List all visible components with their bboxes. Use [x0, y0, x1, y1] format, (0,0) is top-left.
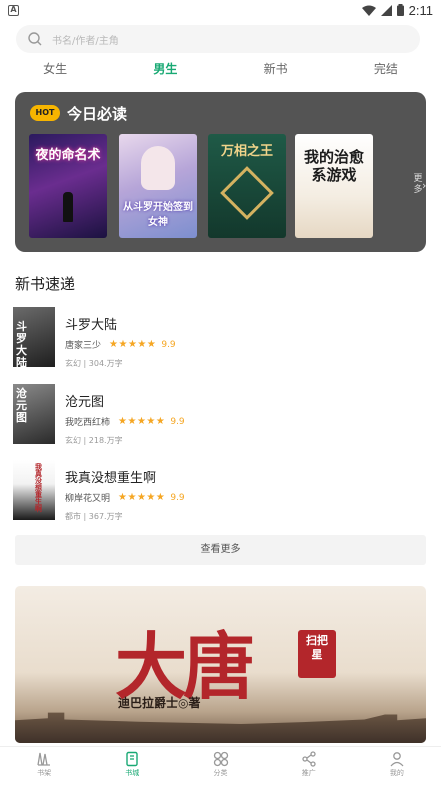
must-read-card: HOT 今日必读 夜的命名术 从斗罗开始签到女神 万相之王 我的治愈系游戏 更多…: [15, 92, 426, 252]
book-title: 斗罗大陆: [65, 318, 118, 333]
tab-new-books[interactable]: 新书: [221, 58, 331, 80]
profile-icon: [390, 752, 404, 767]
search-placeholder: 书名/作者/主角: [52, 35, 119, 47]
nav-label: 分类: [213, 769, 228, 777]
book-author: 我吃西红柿: [65, 418, 111, 428]
book-info: 玄幻 | 218.万字: [65, 436, 123, 445]
banner-seal-text: 扫把星: [306, 634, 328, 661]
cover-title: 从斗罗开始签到女神: [123, 202, 193, 228]
search-icon: [28, 32, 42, 46]
nav-promote[interactable]: 推广: [265, 747, 353, 785]
battery-icon: [396, 4, 404, 16]
nav-label: 推广: [301, 769, 316, 777]
nav-profile[interactable]: 我的: [353, 747, 441, 785]
book-thumb: 斗罗大陆: [13, 307, 55, 367]
thumb-text: 我真没想重生啊: [35, 463, 42, 513]
cover-title: 万相之王: [220, 144, 273, 159]
book-score: 9.9: [170, 416, 185, 427]
book-score: 9.9: [170, 492, 185, 503]
nav-label: 书城: [125, 769, 140, 777]
list-item[interactable]: 我真没想重生啊 我真没想重生啊 柳岸花又明 ★★★★★ 9.9 都市 | 367…: [0, 460, 441, 530]
see-more-button[interactable]: 查看更多: [15, 535, 426, 565]
must-read-title: 今日必读: [67, 105, 128, 123]
book-author: 柳岸花又明: [65, 494, 111, 504]
book-icon: [126, 751, 138, 767]
tab-male[interactable]: 男生: [110, 58, 220, 80]
share-icon: [302, 751, 316, 767]
book-genre: 玄幻: [65, 436, 81, 445]
book-cover-3[interactable]: 万相之王: [208, 134, 286, 238]
banner-author: 迪巴拉爵士◎著: [118, 696, 201, 710]
bottom-nav: 书架 书城 分类 推广 我的: [0, 746, 441, 785]
banner-seal: 扫把星: [298, 630, 336, 678]
thumb-text: 斗罗大陆: [16, 320, 27, 368]
book-genre: 玄幻: [65, 359, 81, 368]
book-cover-1[interactable]: 夜的命名术: [29, 134, 107, 238]
chevron-right-icon: ›: [422, 179, 427, 192]
new-books-title: 新书速递: [15, 275, 76, 293]
nav-category[interactable]: 分类: [176, 747, 264, 785]
star-rating-icon: ★★★★★: [118, 416, 166, 427]
cover-title: 夜的命名术: [35, 148, 101, 163]
list-item[interactable]: 斗罗大陆 斗罗大陆 唐家三少 ★★★★★ 9.9 玄幻 | 304.万字: [0, 307, 441, 377]
more-button[interactable]: 更多 ›: [408, 174, 428, 196]
signal-icon: [380, 4, 392, 16]
book-cover-4[interactable]: 我的治愈系游戏: [295, 134, 373, 238]
nav-label: 书架: [37, 769, 52, 777]
book-thumb: 沧元图: [13, 384, 55, 444]
book-genre: 都市: [65, 512, 81, 521]
book-title: 我真没想重生啊: [65, 471, 157, 486]
cover-figure: [63, 192, 73, 222]
book-thumb: 我真没想重生啊: [13, 460, 55, 520]
star-rating-icon: ★★★★★: [109, 339, 157, 350]
notification-icon: A: [8, 4, 19, 16]
star-rating-icon: ★★★★★: [118, 492, 166, 503]
tab-completed[interactable]: 完结: [331, 58, 441, 80]
book-info: 都市 | 367.万字: [65, 512, 123, 521]
nav-bookstore[interactable]: 书城: [88, 747, 176, 785]
search-bar[interactable]: 书名/作者/主角: [16, 25, 420, 53]
book-meta: 唐家三少 ★★★★★ 9.9: [65, 338, 176, 351]
book-words: 304.万字: [88, 359, 123, 368]
book-words: 367.万字: [88, 512, 123, 521]
cover-emblem: [220, 166, 274, 220]
list-item[interactable]: 沧元图 沧元图 我吃西红柿 ★★★★★ 9.9 玄幻 | 218.万字: [0, 384, 441, 454]
category-icon: [213, 751, 228, 767]
bookshelf-icon: [37, 752, 51, 766]
book-cover-2[interactable]: 从斗罗开始签到女神: [119, 134, 197, 238]
book-meta: 柳岸花又明 ★★★★★ 9.9: [65, 491, 185, 504]
tab-female[interactable]: 女生: [0, 58, 110, 80]
nav-label: 我的: [389, 769, 404, 777]
book-info: 玄幻 | 304.万字: [65, 359, 123, 368]
cover-figure: [141, 146, 175, 190]
book-title: 沧元图: [65, 395, 105, 410]
thumb-text: 沧元图: [16, 387, 27, 424]
status-bar: A 2:11: [0, 0, 441, 20]
hot-badge: HOT: [30, 105, 60, 121]
promo-banner[interactable]: 大唐 扫把星 迪巴拉爵士◎著: [15, 586, 426, 743]
book-words: 218.万字: [88, 436, 123, 445]
book-meta: 我吃西红柿 ★★★★★ 9.9: [65, 415, 185, 428]
clock: 2:11: [408, 2, 433, 18]
cover-title: 我的治愈系游戏: [303, 148, 364, 184]
book-author: 唐家三少: [65, 341, 102, 351]
channel-tabs: 女生 男生 新书 完结: [0, 58, 441, 80]
nav-bookshelf[interactable]: 书架: [0, 747, 88, 785]
wifi-icon: [361, 5, 376, 16]
book-score: 9.9: [161, 339, 176, 350]
